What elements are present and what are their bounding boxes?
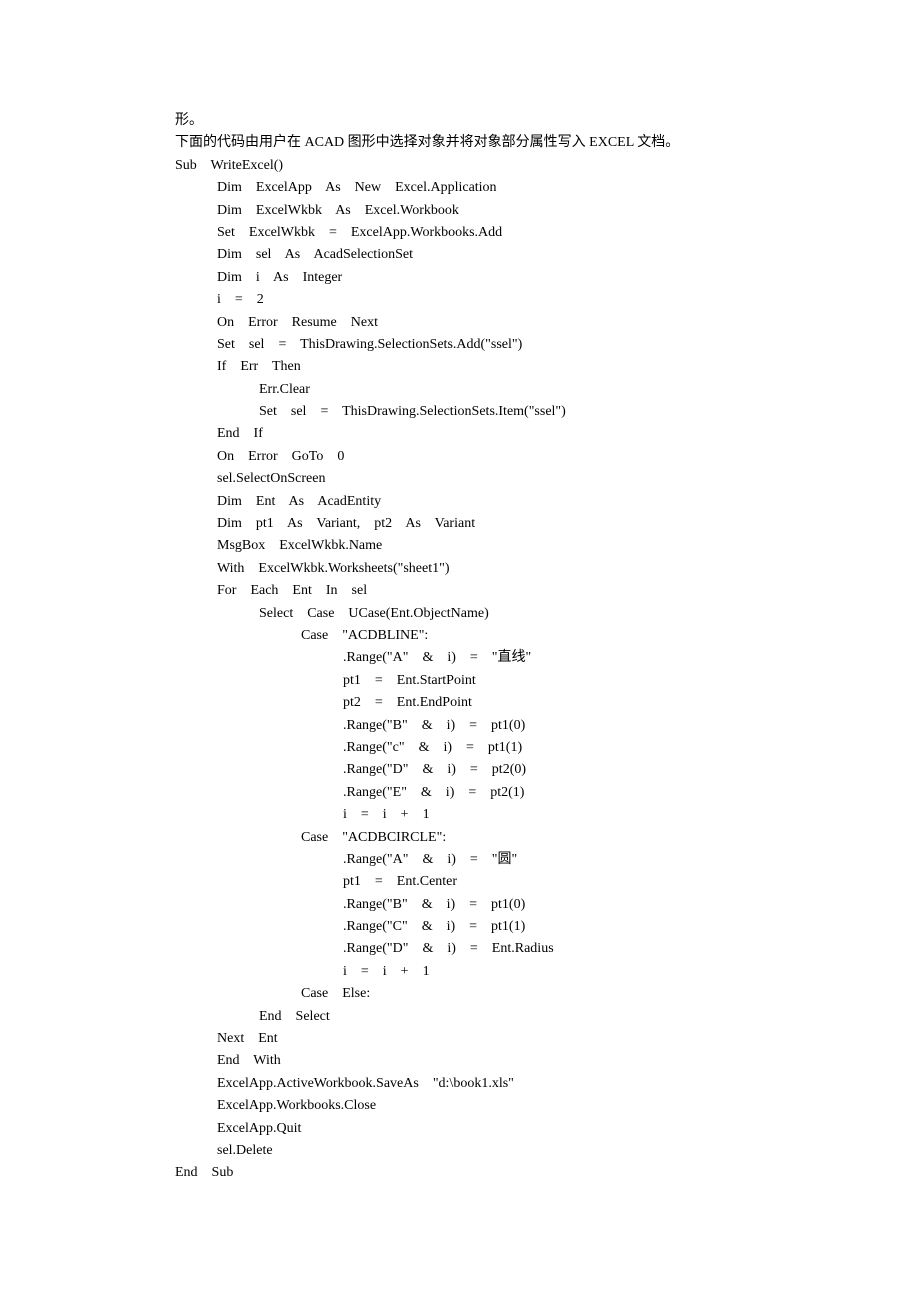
- code-line: ExcelApp.Workbooks.Close: [175, 1095, 820, 1117]
- code-line: Next Ent: [175, 1028, 820, 1050]
- code-line: ExcelApp.ActiveWorkbook.SaveAs "d:\book1…: [175, 1073, 820, 1095]
- code-line: ExcelApp.Quit: [175, 1118, 820, 1140]
- code-line: .Range("A" & i) = "圆": [175, 849, 820, 871]
- code-line: Dim pt1 As Variant, pt2 As Variant: [175, 513, 820, 535]
- code-line: .Range("B" & i) = pt1(0): [175, 894, 820, 916]
- code-line: End If: [175, 423, 820, 445]
- code-line: If Err Then: [175, 356, 820, 378]
- code-line: Dim ExcelWkbk As Excel.Workbook: [175, 200, 820, 222]
- code-line: Dim i As Integer: [175, 267, 820, 289]
- code-line: Case Else:: [175, 983, 820, 1005]
- code-line: Set sel = ThisDrawing.SelectionSets.Add(…: [175, 334, 820, 356]
- document-page: 形。下面的代码由用户在 ACAD 图形中选择对象并将对象部分属性写入 EXCEL…: [0, 0, 920, 1302]
- code-line: .Range("c" & i) = pt1(1): [175, 737, 820, 759]
- code-line: Set sel = ThisDrawing.SelectionSets.Item…: [175, 401, 820, 423]
- code-line: On Error Resume Next: [175, 312, 820, 334]
- code-line: 形。: [175, 110, 820, 132]
- code-line: sel.Delete: [175, 1140, 820, 1162]
- code-line: With ExcelWkbk.Worksheets("sheet1"): [175, 558, 820, 580]
- code-line: pt2 = Ent.EndPoint: [175, 692, 820, 714]
- code-line: .Range("D" & i) = Ent.Radius: [175, 938, 820, 960]
- code-line: pt1 = Ent.StartPoint: [175, 670, 820, 692]
- code-line: Dim Ent As AcadEntity: [175, 491, 820, 513]
- code-line: Err.Clear: [175, 379, 820, 401]
- code-line: Sub WriteExcel(): [175, 155, 820, 177]
- code-line: .Range("D" & i) = pt2(0): [175, 759, 820, 781]
- code-line: i = i + 1: [175, 961, 820, 983]
- code-line: .Range("B" & i) = pt1(0): [175, 715, 820, 737]
- code-line: For Each Ent In sel: [175, 580, 820, 602]
- code-line: Case "ACDBLINE":: [175, 625, 820, 647]
- code-line: Dim sel As AcadSelectionSet: [175, 244, 820, 266]
- code-line: i = i + 1: [175, 804, 820, 826]
- code-line: MsgBox ExcelWkbk.Name: [175, 535, 820, 557]
- code-line: pt1 = Ent.Center: [175, 871, 820, 893]
- code-line: End With: [175, 1050, 820, 1072]
- code-line: End Select: [175, 1006, 820, 1028]
- code-line: i = 2: [175, 289, 820, 311]
- code-line: .Range("A" & i) = "直线": [175, 647, 820, 669]
- code-line: Set ExcelWkbk = ExcelApp.Workbooks.Add: [175, 222, 820, 244]
- code-line: 下面的代码由用户在 ACAD 图形中选择对象并将对象部分属性写入 EXCEL 文…: [175, 132, 820, 154]
- code-line: On Error GoTo 0: [175, 446, 820, 468]
- code-line: Select Case UCase(Ent.ObjectName): [175, 603, 820, 625]
- code-line: .Range("C" & i) = pt1(1): [175, 916, 820, 938]
- code-line: sel.SelectOnScreen: [175, 468, 820, 490]
- code-line: End Sub: [175, 1162, 820, 1184]
- code-line: Case "ACDBCIRCLE":: [175, 827, 820, 849]
- code-line: Dim ExcelApp As New Excel.Application: [175, 177, 820, 199]
- code-line: .Range("E" & i) = pt2(1): [175, 782, 820, 804]
